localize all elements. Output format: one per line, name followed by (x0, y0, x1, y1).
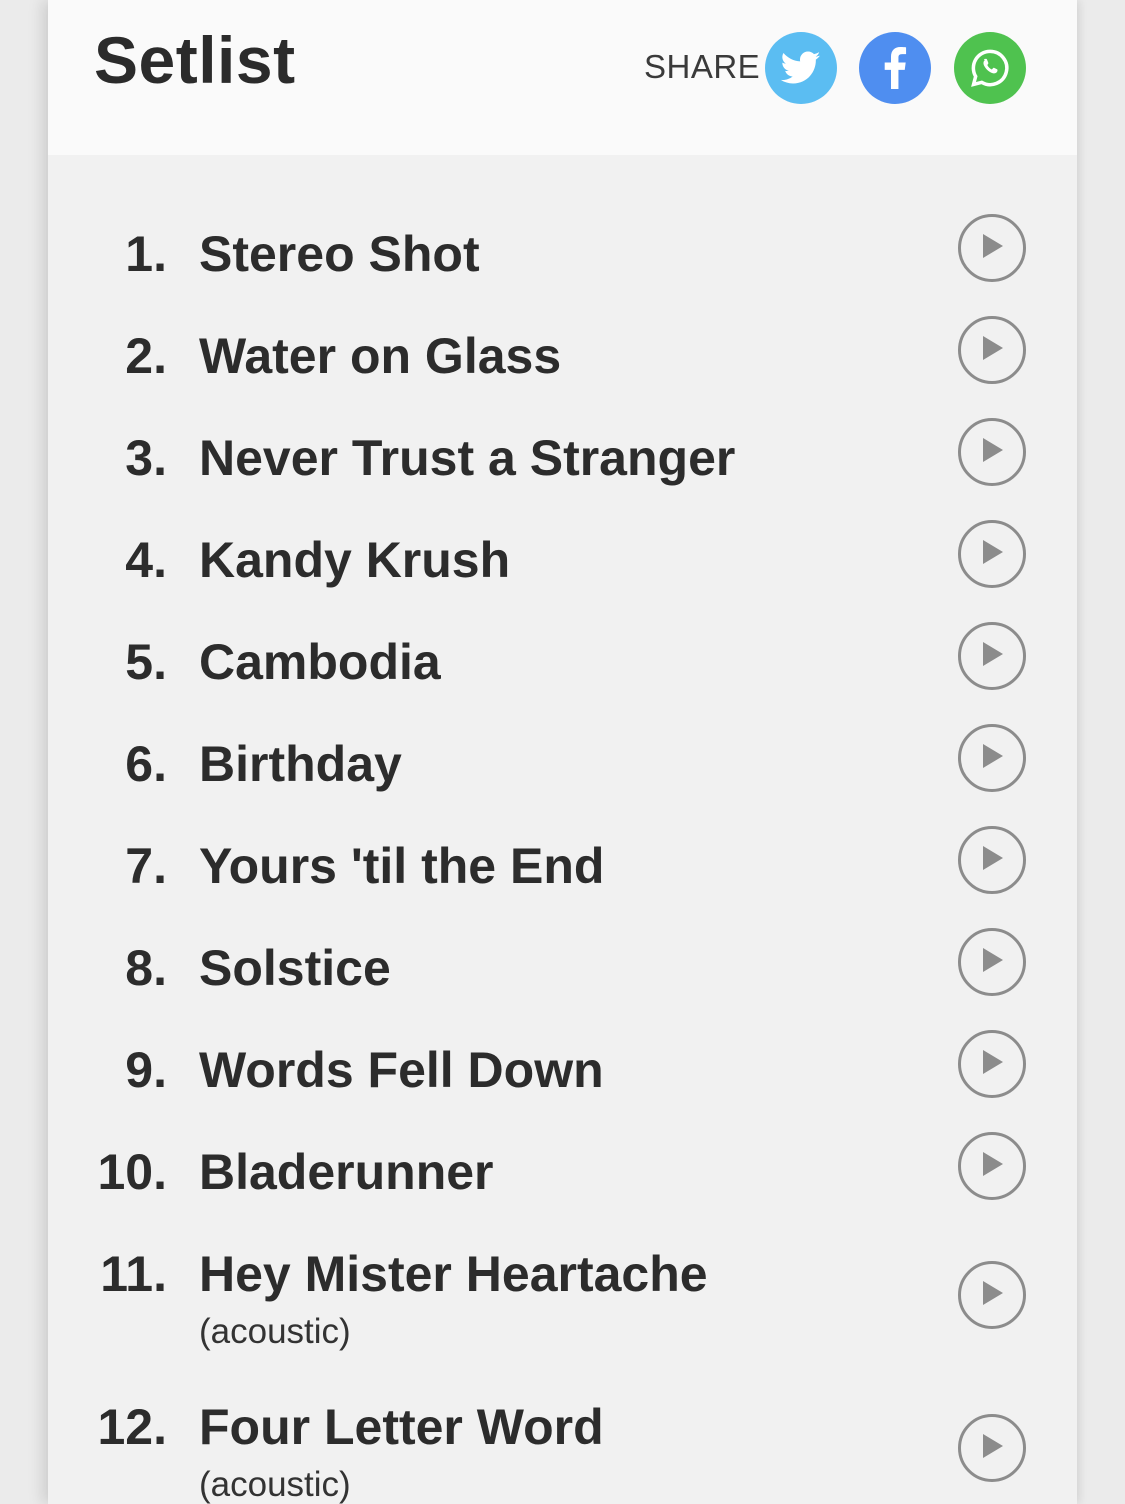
track-number: 6. (125, 736, 167, 792)
play-icon (979, 334, 1005, 367)
setlist-item: 12. Four Letter Word (acoustic) (48, 1397, 1077, 1504)
song-title: Yours 'til the End (199, 838, 605, 894)
play-button[interactable] (958, 1132, 1026, 1200)
song-title: Birthday (199, 736, 402, 792)
track-number: 4. (125, 532, 167, 588)
setlist-header: Setlist SHARE (48, 0, 1077, 155)
play-icon (979, 1150, 1005, 1183)
track-number: 11. (100, 1246, 167, 1302)
track-number: 2. (125, 328, 167, 384)
play-button[interactable] (958, 520, 1026, 588)
setlist-item: 2. Water on Glass (48, 326, 1077, 406)
page: Setlist SHARE 1. Stereo Shot 2. Water on… (0, 0, 1125, 1504)
play-button[interactable] (958, 214, 1026, 282)
play-icon (979, 844, 1005, 877)
play-button[interactable] (958, 622, 1026, 690)
track-number: 7. (125, 838, 167, 894)
song-title: Stereo Shot (199, 226, 480, 282)
share-twitter-button[interactable] (765, 32, 837, 104)
setlist-item: 7. Yours 'til the End (48, 836, 1077, 916)
facebook-icon (883, 47, 907, 89)
play-icon (979, 946, 1005, 979)
song-title: Bladerunner (199, 1144, 494, 1200)
setlist-item: 10. Bladerunner (48, 1142, 1077, 1222)
share-whatsapp-button[interactable] (954, 32, 1026, 104)
setlist-item: 5. Cambodia (48, 632, 1077, 712)
song-title: Kandy Krush (199, 532, 511, 588)
play-button[interactable] (958, 1414, 1026, 1482)
page-title: Setlist (94, 23, 296, 97)
twitter-icon (781, 51, 821, 85)
play-icon (979, 742, 1005, 775)
play-button[interactable] (958, 1261, 1026, 1329)
share-label: SHARE (644, 48, 761, 85)
track-number: 1. (125, 226, 167, 282)
song-title: Never Trust a Stranger (199, 430, 736, 486)
play-button[interactable] (958, 316, 1026, 384)
play-button[interactable] (958, 724, 1026, 792)
play-icon (979, 538, 1005, 571)
play-icon (979, 232, 1005, 265)
setlist-item: 4. Kandy Krush (48, 530, 1077, 610)
play-icon (979, 640, 1005, 673)
track-number: 9. (125, 1042, 167, 1098)
song-title: Four Letter Word (199, 1399, 604, 1455)
track-number: 8. (125, 940, 167, 996)
whatsapp-icon (969, 47, 1011, 89)
setlist-item: 11. Hey Mister Heartache (acoustic) (48, 1244, 1077, 1364)
share-facebook-button[interactable] (859, 32, 931, 104)
play-button[interactable] (958, 1030, 1026, 1098)
setlist-item: 6. Birthday (48, 734, 1077, 814)
song-note: (acoustic) (199, 1465, 351, 1504)
play-button[interactable] (958, 928, 1026, 996)
song-title: Cambodia (199, 634, 441, 690)
track-number: 3. (125, 430, 167, 486)
song-note: (acoustic) (199, 1312, 351, 1351)
play-button[interactable] (958, 826, 1026, 894)
song-title: Hey Mister Heartache (199, 1246, 708, 1302)
setlist-card: Setlist SHARE 1. Stereo Shot 2. Water on… (48, 0, 1077, 1504)
play-icon (979, 1432, 1005, 1465)
track-number: 12. (97, 1399, 167, 1455)
play-icon (979, 436, 1005, 469)
play-icon (979, 1279, 1005, 1312)
setlist-item: 1. Stereo Shot (48, 224, 1077, 304)
song-title: Water on Glass (199, 328, 562, 384)
setlist-item: 9. Words Fell Down (48, 1040, 1077, 1120)
setlist: 1. Stereo Shot 2. Water on Glass 3. Never Tru… (48, 155, 1077, 1504)
setlist-item: 3. Never Trust a Stranger (48, 428, 1077, 508)
setlist-item: 8. Solstice (48, 938, 1077, 1018)
track-number: 5. (125, 634, 167, 690)
track-number: 10. (97, 1144, 167, 1200)
song-title: Solstice (199, 940, 391, 996)
play-icon (979, 1048, 1005, 1081)
song-title: Words Fell Down (199, 1042, 604, 1098)
play-button[interactable] (958, 418, 1026, 486)
